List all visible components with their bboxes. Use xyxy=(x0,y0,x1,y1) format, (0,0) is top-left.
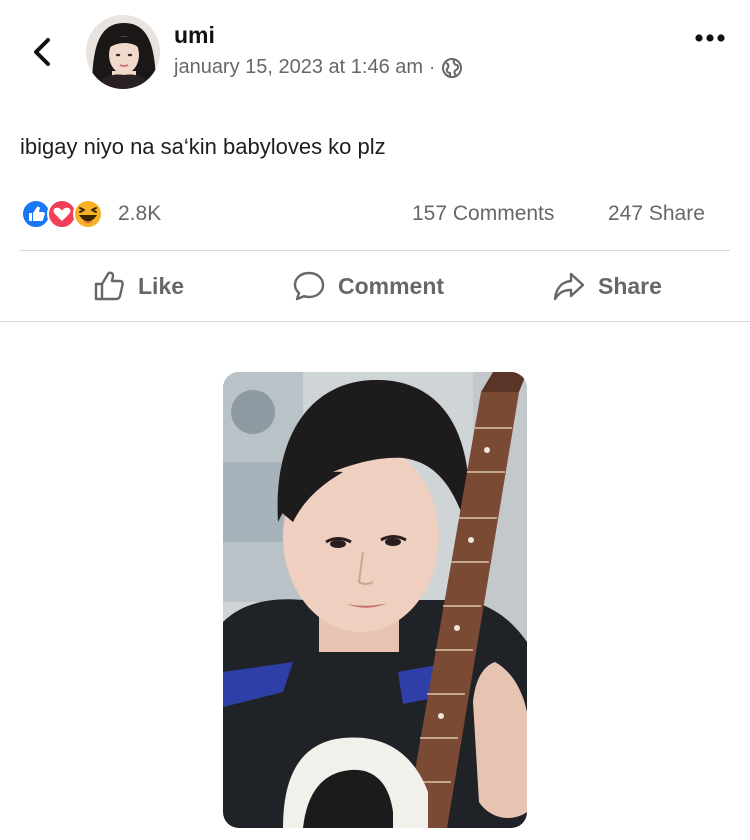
like-button[interactable]: Like xyxy=(92,268,184,304)
globe-icon xyxy=(441,57,463,79)
post-meta: january 15, 2023 at 1:46 am · xyxy=(174,56,463,79)
comments-count[interactable]: 157 Comments xyxy=(412,202,554,226)
photo-image xyxy=(223,372,527,828)
more-options-button[interactable] xyxy=(692,26,728,50)
reaction-count[interactable]: 2.8K xyxy=(118,202,161,226)
post-photo[interactable] xyxy=(223,372,527,828)
divider xyxy=(0,321,750,322)
share-label: Share xyxy=(598,272,662,299)
back-button[interactable] xyxy=(28,34,58,70)
love-reaction-icon xyxy=(47,199,77,229)
action-bar: Like Comment Share xyxy=(0,252,750,320)
post-header: umi january 15, 2023 at 1:46 am · xyxy=(0,0,750,110)
meta-separator: · xyxy=(429,57,436,77)
share-count[interactable]: 247 Share xyxy=(608,202,705,226)
more-dots-icon xyxy=(695,34,725,42)
reactions-summary: 2.8K 157 Comments 247 Share xyxy=(20,196,730,232)
post-text: ibigay niyo na sa‘kin babyloves ko plz xyxy=(20,134,386,159)
like-label: Like xyxy=(138,272,185,299)
haha-reaction-icon xyxy=(73,199,103,229)
comment-label: Comment xyxy=(338,272,445,299)
avatar-image xyxy=(86,15,160,89)
divider xyxy=(20,250,730,251)
post-timestamp[interactable]: january 15, 2023 at 1:46 am xyxy=(174,56,423,79)
share-arrow-icon xyxy=(553,272,585,301)
reaction-icons[interactable] xyxy=(20,198,116,230)
speech-bubble-icon xyxy=(293,271,325,301)
share-button[interactable]: Share xyxy=(552,268,662,304)
author-name[interactable]: umi xyxy=(174,22,215,49)
comment-button[interactable]: Comment xyxy=(292,268,444,304)
avatar[interactable] xyxy=(86,15,160,89)
like-reaction-icon xyxy=(21,199,51,229)
chevron-left-icon xyxy=(34,38,50,66)
thumbs-up-icon xyxy=(94,271,124,301)
